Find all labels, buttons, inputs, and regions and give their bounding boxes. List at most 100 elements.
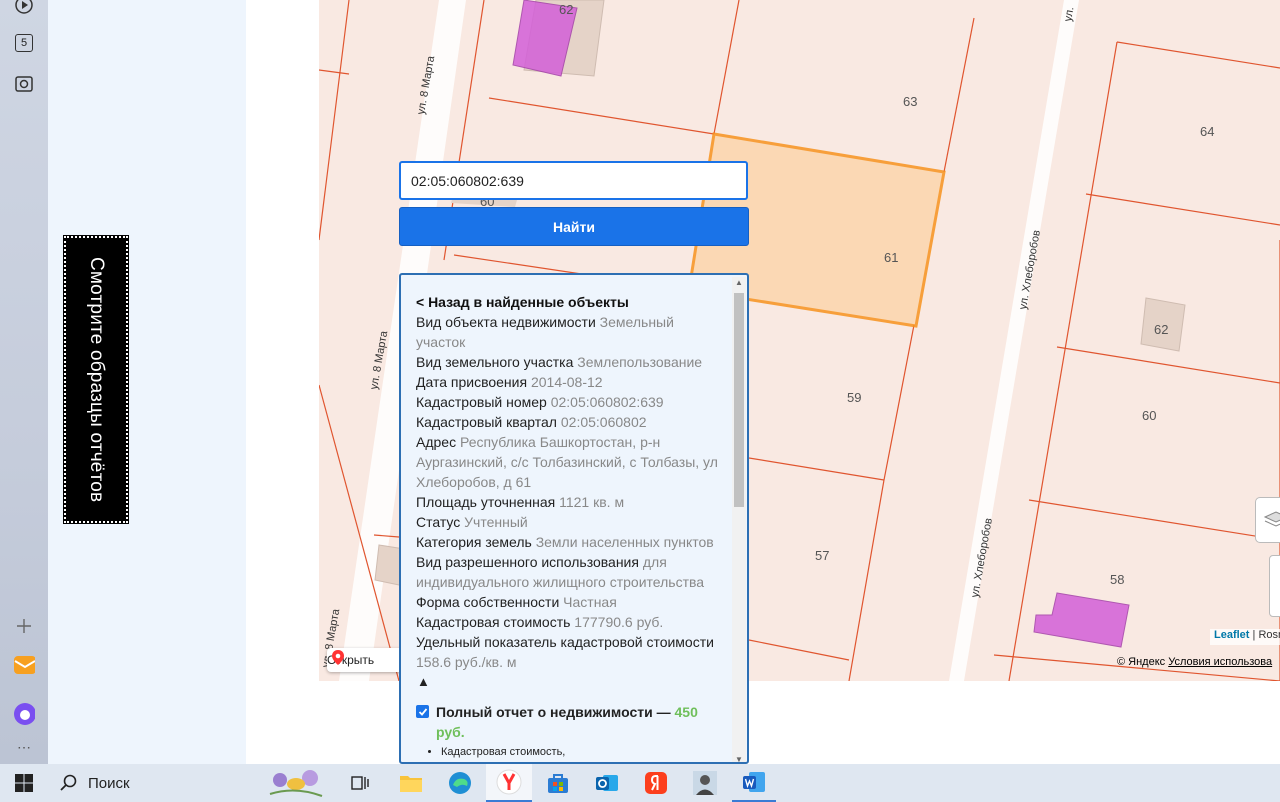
property-value: Землепользование bbox=[577, 354, 703, 370]
outlook-app[interactable] bbox=[587, 764, 627, 802]
search-label: Поиск bbox=[88, 774, 130, 792]
property-row: Кадастровый номер 02:05:060802:639 bbox=[416, 392, 721, 412]
scroll-thumb[interactable] bbox=[734, 293, 744, 507]
report-title: Полный отчет о недвижимости — bbox=[436, 704, 671, 720]
play-icon[interactable] bbox=[13, 0, 35, 16]
folder-icon bbox=[400, 776, 422, 792]
property-label: Категория земель bbox=[416, 534, 532, 550]
yandex-icon bbox=[645, 772, 667, 794]
property-value: 158.6 руб./кв. м bbox=[416, 654, 517, 670]
terms-link[interactable]: Условия использова bbox=[1168, 656, 1272, 668]
property-row: Вид земельного участка Землепользование bbox=[416, 352, 721, 372]
yandex-app[interactable] bbox=[636, 764, 676, 802]
parcel-label: 64 bbox=[1200, 124, 1214, 139]
search-icon bbox=[60, 774, 77, 791]
word-icon bbox=[743, 772, 765, 792]
add-icon[interactable] bbox=[13, 615, 35, 637]
layers-control[interactable] bbox=[1255, 497, 1280, 543]
tab-count: 5 bbox=[15, 34, 33, 52]
property-value: Земли населенных пунктов bbox=[535, 534, 714, 550]
property-label: Дата присвоения bbox=[416, 374, 528, 390]
property-value: Республика Башкортостан, р-н Аургазински… bbox=[416, 434, 718, 490]
start-button[interactable] bbox=[0, 764, 48, 802]
leaflet-link[interactable]: Leaflet bbox=[1214, 629, 1249, 641]
building-highlighted bbox=[1033, 592, 1130, 648]
task-view-button[interactable] bbox=[342, 764, 378, 802]
yandex-browser-app[interactable] bbox=[486, 764, 532, 802]
property-label: Вид объекта недвижимости bbox=[416, 314, 596, 330]
scroll-up-arrow[interactable]: ▲ bbox=[735, 278, 743, 287]
property-value: 02:05:060802:639 bbox=[550, 394, 664, 410]
property-value: 1121 кв. м bbox=[559, 494, 625, 510]
property-row: Категория земель Земли населенных пункто… bbox=[416, 532, 721, 552]
taskbar-search[interactable]: Поиск bbox=[48, 764, 338, 802]
parcel-label: 62 bbox=[559, 2, 573, 17]
attribution-source: | Rosr bbox=[1252, 629, 1280, 641]
report-contents: Кадастровая стоимость, bbox=[416, 744, 721, 760]
scroll-down-arrow[interactable]: ▼ bbox=[735, 755, 743, 762]
parcel-label: 62 bbox=[1154, 322, 1168, 337]
report-label: Полный отчет о недвижимости — 450 руб. bbox=[436, 702, 721, 742]
word-app[interactable] bbox=[732, 764, 776, 802]
parcel-label: 59 bbox=[847, 390, 861, 405]
property-row: Кадастровая стоимость 177790.6 руб. bbox=[416, 612, 721, 632]
yandex-copyright: © Яндекс Условия использова bbox=[1117, 656, 1272, 672]
back-to-results-link[interactable]: < Назад в найденные объекты bbox=[416, 292, 721, 312]
edge-app[interactable] bbox=[440, 764, 480, 802]
mail-icon[interactable] bbox=[13, 654, 35, 676]
tabs-count-icon[interactable]: 5 bbox=[13, 32, 35, 54]
parcel-label: 61 bbox=[884, 250, 898, 265]
property-row: Дата присвоения 2014-08-12 bbox=[416, 372, 721, 392]
full-report-option[interactable]: Полный отчет о недвижимости — 450 руб. bbox=[416, 702, 721, 742]
property-row: Статус Учтенный bbox=[416, 512, 721, 532]
cadastral-number-input[interactable] bbox=[399, 161, 748, 200]
property-row: Удельный показатель кадастровой стоимост… bbox=[416, 632, 721, 672]
screenshot-icon[interactable] bbox=[13, 73, 35, 95]
report-item: Кадастровая стоимость, bbox=[441, 744, 721, 760]
property-label: Форма собственности bbox=[416, 594, 560, 610]
sample-reports-banner[interactable]: Смотрите образцы отчётов bbox=[63, 235, 129, 524]
property-row: Вид разрешенного использования для индив… bbox=[416, 552, 721, 592]
collapse-arrow[interactable]: ▲ bbox=[416, 672, 721, 692]
property-label: Вид земельного участка bbox=[416, 354, 574, 370]
property-row: Площадь уточненная 1121 кв. м bbox=[416, 492, 721, 512]
object-info-panel[interactable]: < Назад в найденные объекты Вид объекта … bbox=[399, 273, 749, 764]
report-checkbox[interactable] bbox=[416, 705, 429, 718]
yandex-browser-icon bbox=[496, 769, 522, 795]
property-row: Кадастровый квартал 02:05:060802 bbox=[416, 412, 721, 432]
property-label: Кадастровый квартал bbox=[416, 414, 557, 430]
parcel-label: 63 bbox=[903, 94, 917, 109]
parcel-label: 58 bbox=[1110, 572, 1124, 587]
app-avatar[interactable] bbox=[685, 764, 725, 802]
search-highlight-illustration bbox=[269, 770, 323, 797]
property-label: Кадастровый номер bbox=[416, 394, 547, 410]
property-value: Учтенный bbox=[464, 514, 528, 530]
property-row: Форма собственности Частная bbox=[416, 592, 721, 612]
parcel-label: 57 bbox=[815, 548, 829, 563]
outlook-icon bbox=[596, 775, 618, 791]
store-app[interactable] bbox=[538, 764, 578, 802]
alice-icon[interactable] bbox=[13, 703, 35, 725]
map-attribution: Leaflet | Rosr bbox=[1210, 629, 1280, 645]
find-button[interactable]: Найти bbox=[399, 207, 749, 246]
property-label: Адрес bbox=[416, 434, 457, 450]
zoom-control[interactable] bbox=[1269, 555, 1280, 617]
property-label: Статус bbox=[416, 514, 461, 530]
person-icon bbox=[693, 771, 717, 795]
property-label: Кадастровая стоимость bbox=[416, 614, 571, 630]
property-details: Вид объекта недвижимости Земельный участ… bbox=[416, 312, 721, 672]
property-row: Адрес Республика Башкортостан, р-н Аурга… bbox=[416, 432, 721, 492]
more-icon[interactable]: ⋯ bbox=[13, 736, 35, 758]
edge-icon bbox=[449, 772, 471, 794]
parcel-label: 60 bbox=[1142, 408, 1156, 423]
property-row: Вид объекта недвижимости Земельный участ… bbox=[416, 312, 721, 352]
property-label: Удельный показатель кадастровой стоимост… bbox=[416, 634, 714, 650]
browser-sidebar: 5 ⋯ bbox=[0, 0, 48, 764]
copyright-text: © Яндекс bbox=[1117, 656, 1166, 668]
panel-scrollbar[interactable]: ▲ ▼ bbox=[732, 277, 746, 762]
property-label: Вид разрешенного использования bbox=[416, 554, 639, 570]
windows-icon bbox=[15, 774, 33, 792]
map-pin-icon bbox=[332, 650, 344, 665]
layers-icon bbox=[1263, 511, 1280, 527]
explorer-app[interactable] bbox=[391, 764, 431, 802]
